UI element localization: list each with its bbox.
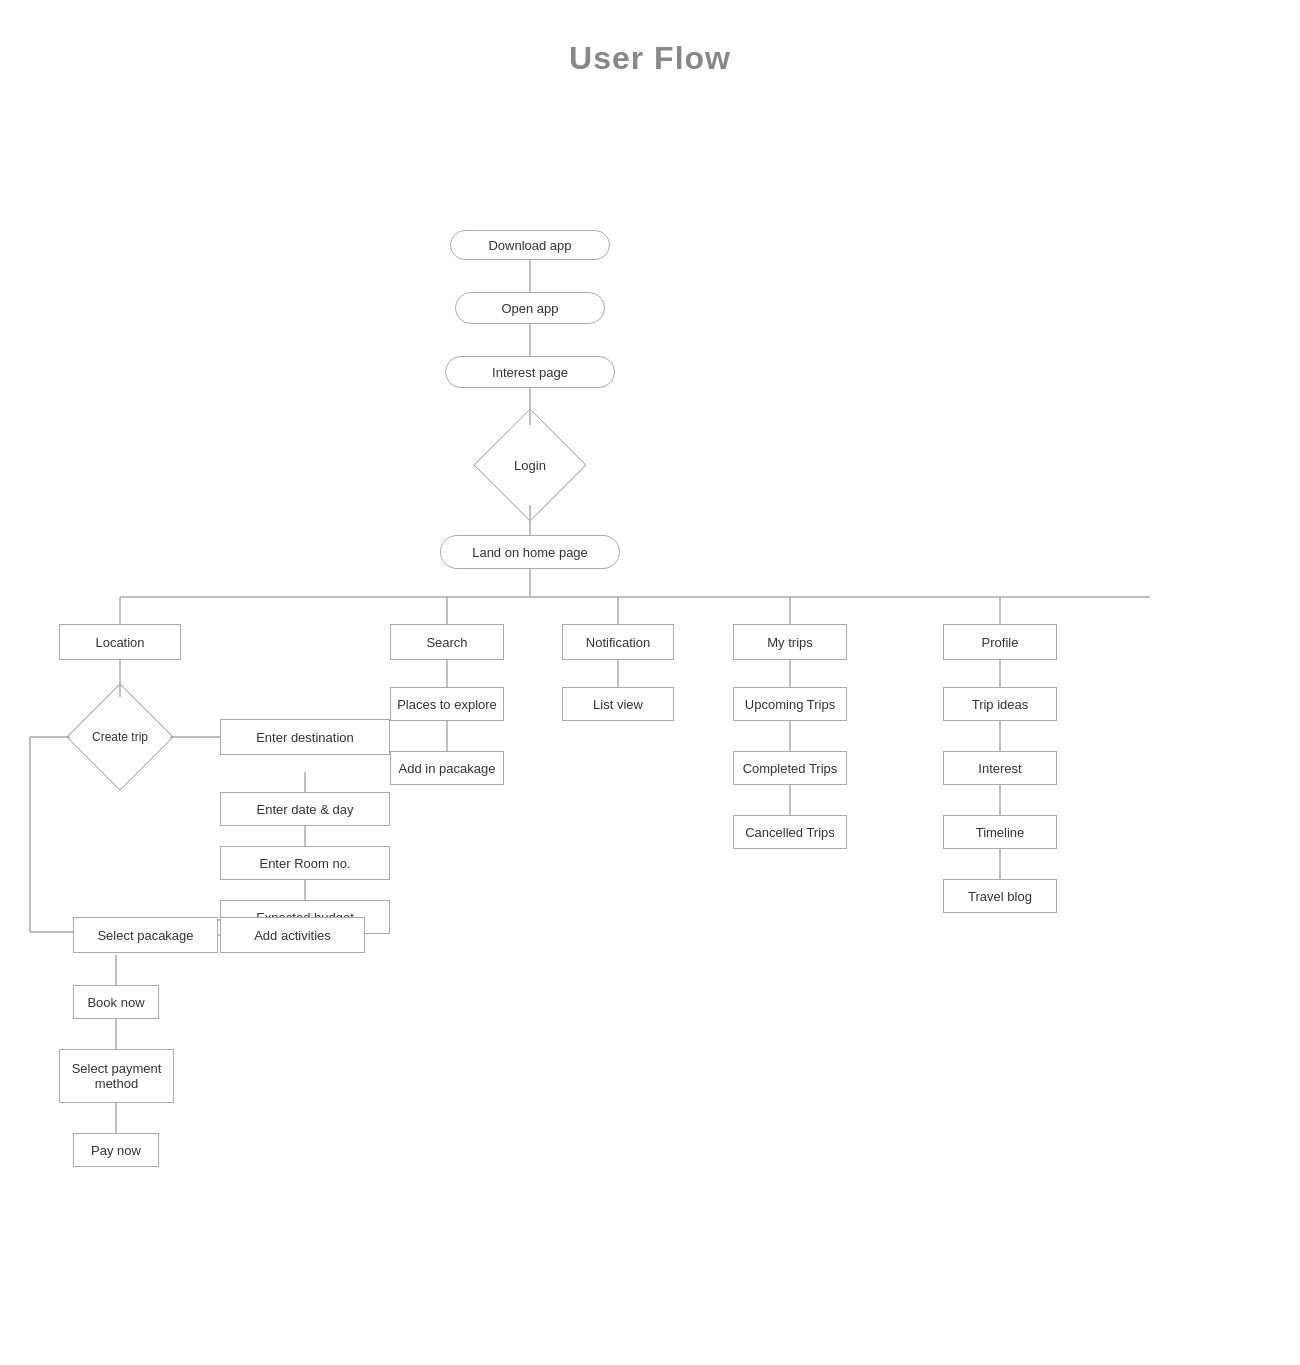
land-home-node: Land on home page xyxy=(440,535,620,569)
interest-node: Interest xyxy=(943,751,1057,785)
location-node: Location xyxy=(59,624,181,660)
enter-room-node: Enter Room no. xyxy=(220,846,390,880)
list-view-node: List view xyxy=(562,687,674,721)
select-payment-node: Select payment method xyxy=(59,1049,174,1103)
login-node: Login xyxy=(490,425,570,505)
flowchart: Download app Open app Interest page Logi… xyxy=(0,77,1300,1337)
add-activities-node: Add activities xyxy=(220,917,365,953)
open-app-node: Open app xyxy=(455,292,605,324)
profile-node: Profile xyxy=(943,624,1057,660)
notification-node: Notification xyxy=(562,624,674,660)
places-to-explore-node: Places to explore xyxy=(390,687,504,721)
pay-now-node: Pay now xyxy=(73,1133,159,1167)
book-now-node: Book now xyxy=(73,985,159,1019)
travel-blog-node: Travel blog xyxy=(943,879,1057,913)
search-node: Search xyxy=(390,624,504,660)
timeline-node: Timeline xyxy=(943,815,1057,849)
trip-ideas-node: Trip ideas xyxy=(943,687,1057,721)
page-title: User Flow xyxy=(0,0,1300,77)
my-trips-node: My trips xyxy=(733,624,847,660)
add-in-package-node: Add in pacakage xyxy=(390,751,504,785)
download-app-node: Download app xyxy=(450,230,610,260)
interest-page-node: Interest page xyxy=(445,356,615,388)
create-trip-node: Create trip xyxy=(70,697,170,777)
enter-destination-node: Enter destination xyxy=(220,719,390,755)
enter-date-node: Enter date & day xyxy=(220,792,390,826)
upcoming-trips-node: Upcoming Trips xyxy=(733,687,847,721)
cancelled-trips-node: Cancelled Trips xyxy=(733,815,847,849)
completed-trips-node: Completed Trips xyxy=(733,751,847,785)
select-package-node: Select pacakage xyxy=(73,917,218,953)
